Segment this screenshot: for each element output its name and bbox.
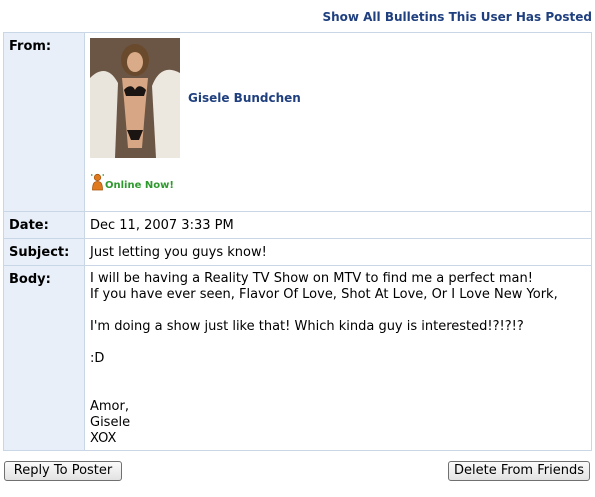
body-row: Body: I will be having a Reality TV Show… <box>3 265 592 451</box>
sender-name-link[interactable]: Gisele Bundchen <box>188 91 301 105</box>
reply-to-poster-button[interactable]: Reply To Poster <box>4 461 122 481</box>
subject-label-cell: Subject: <box>3 238 85 266</box>
body-label-cell: Body: <box>3 265 85 451</box>
person-online-icon <box>91 173 104 191</box>
subject-value-cell: Just letting you guys know! <box>84 238 592 266</box>
from-label: From: <box>9 39 52 54</box>
subject-label: Subject: <box>9 245 70 260</box>
from-row: From: Gisele Bundchen Online Now! <box>3 32 592 212</box>
body-text: I will be having a Reality TV Show on MT… <box>90 271 558 446</box>
online-status-text: Online Now! <box>105 180 174 191</box>
body-value-cell: I will be having a Reality TV Show on MT… <box>84 265 592 451</box>
date-row: Date: Dec 11, 2007 3:33 PM <box>3 211 592 239</box>
subject-value: Just letting you guys know! <box>90 245 267 260</box>
from-label-cell: From: <box>3 32 85 212</box>
from-value-cell: Gisele Bundchen Online Now! <box>84 32 592 212</box>
bulletin-table: From: Gisele Bundchen Online Now! Date: … <box>3 32 592 451</box>
date-value-cell: Dec 11, 2007 3:33 PM <box>84 211 592 239</box>
delete-from-friends-button[interactable]: Delete From Friends <box>448 461 590 481</box>
sender-photo[interactable] <box>90 38 180 158</box>
date-value: Dec 11, 2007 3:33 PM <box>90 218 234 233</box>
date-label: Date: <box>9 218 49 233</box>
online-now-badge: Online Now! <box>91 173 174 191</box>
date-label-cell: Date: <box>3 211 85 239</box>
subject-row: Subject: Just letting you guys know! <box>3 238 592 266</box>
body-label: Body: <box>9 272 51 287</box>
show-all-bulletins-link[interactable]: Show All Bulletins This User Has Posted <box>322 10 592 24</box>
